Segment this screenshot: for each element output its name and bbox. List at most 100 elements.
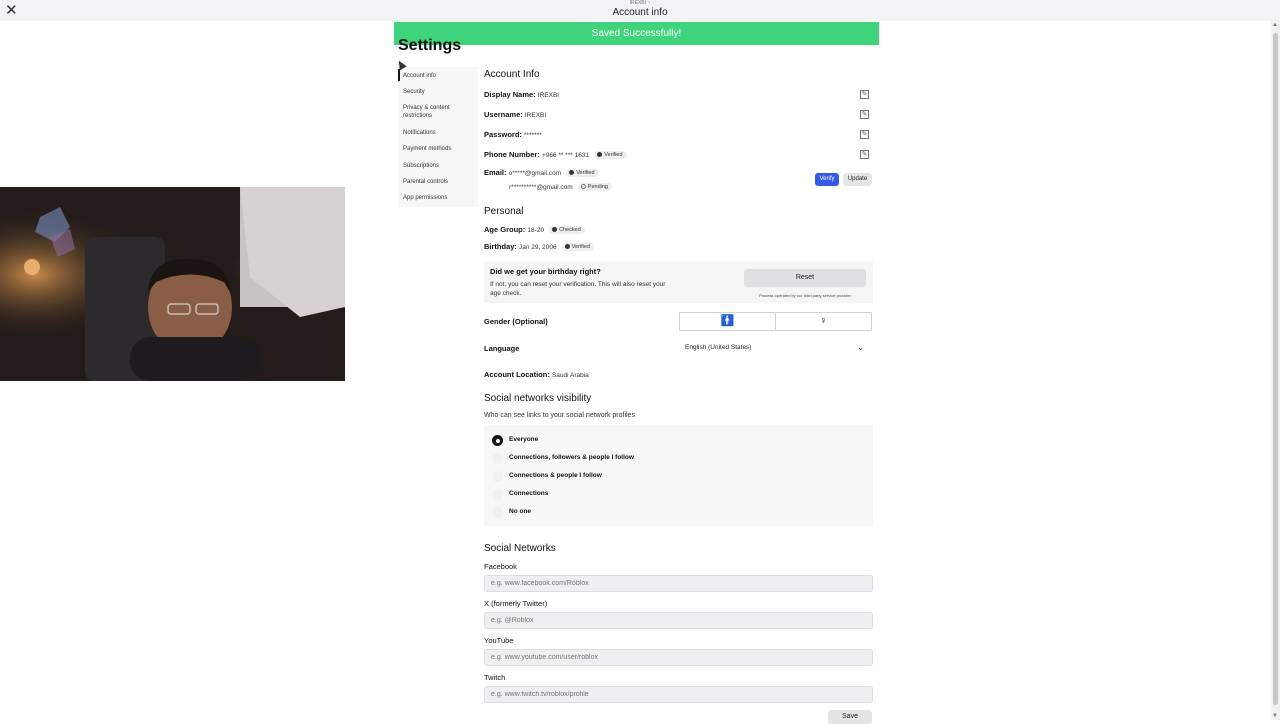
badge-text: Pending [587,184,608,190]
display-name-value: IREXBI [537,92,560,99]
sidebar-item-privacy[interactable]: Privacy & content restrictions [403,104,463,120]
birthday-question: Did we get your birthday right? [490,267,601,276]
edit-icon[interactable]: ✎ [860,90,869,99]
radio-label: Connections [509,490,549,497]
female-icon: ♀ [819,315,828,327]
save-button[interactable]: Save [828,710,872,724]
verify-button[interactable]: Verify [815,173,839,186]
radio-button[interactable] [492,507,503,518]
age-group-row: Age Group: 18-20 Checked [484,225,585,234]
language-select[interactable]: English (United States) ⌄ [679,340,872,356]
verified-badge: Verified [566,169,599,177]
sidebar-item-account-info[interactable]: Account info [403,72,436,80]
reset-button[interactable]: Reset [744,269,866,287]
verified-badge: Verified [594,151,627,159]
page-scrollbar[interactable]: ▲ ▼ [1271,21,1280,720]
password-label: Password: [484,130,522,139]
radio-label: No one [509,508,532,515]
active-indicator [398,69,400,81]
sidebar-item-notifications[interactable]: Notifications [403,129,436,137]
email-value-1: o*****@gmail.com [508,170,562,177]
twitch-input[interactable] [484,686,873,703]
social-visibility-heading: Social networks visibility [484,393,592,404]
edit-icon[interactable]: ✎ [860,110,869,119]
verified-badge: Verified [561,243,595,251]
radio-label: Connections, followers & people I follow [509,454,634,461]
sidebar-item-security[interactable]: Security [403,88,425,96]
account-location-row: Account Location: Saudi Arabia [484,370,589,379]
scroll-down-icon[interactable]: ▼ [1272,713,1278,719]
language-label: Language [484,344,520,353]
password-row: Password: ******* [484,130,542,139]
age-group-label: Age Group: [484,225,526,234]
checked-badge: Checked [549,226,585,234]
top-bar: ✕ IREXBI ~ Account info [0,0,1280,21]
settings-sidebar: Account info Security Privacy & content … [398,67,478,207]
password-value: ******* [524,132,542,139]
sidebar-item-app-permissions[interactable]: App permissions [403,194,447,202]
display-name-label: Display Name: [484,90,536,99]
phone-row: Phone Number: +966 ** *** 1631 Verified [484,150,627,159]
chevron-down-icon: ⌄ [857,343,864,352]
language-value: English (United States) [685,344,752,351]
badge-text: Verified [571,244,591,250]
youtube-label: YouTube [484,636,514,645]
gender-label: Gender (Optional) [484,317,548,326]
phone-value: +966 ** *** 1631 [541,152,590,159]
update-button[interactable]: Update [843,173,872,186]
scroll-up-icon[interactable]: ▲ [1272,22,1278,28]
reset-note: Process operated by our third party serv… [759,293,851,298]
radio-button-selected[interactable] [492,435,503,446]
radio-button[interactable] [492,471,503,482]
radio-label: Connections & people I follow [509,472,602,479]
account-location-label: Account Location: [484,370,550,379]
birthday-reset-panel: Did we get your birthday right? If not, … [484,261,873,303]
facebook-input[interactable] [484,575,873,592]
radio-button[interactable] [492,489,503,500]
account-info-heading: Account Info [484,69,540,80]
edit-icon[interactable]: ✎ [860,130,869,139]
twitter-input[interactable] [484,612,873,629]
birthday-row: Birthday: Jan 29, 2006 Verified [484,242,595,251]
check-icon [597,152,603,157]
gender-row: Gender (Optional) [484,317,548,326]
sidebar-item-payment-methods[interactable]: Payment methods [403,145,451,153]
pending-badge: Pending [577,183,612,191]
email-row: Email: o*****@gmail.com Verified [484,168,599,177]
badge-text: Verified [604,152,623,158]
phone-label: Phone Number: [484,150,540,159]
twitter-label: X (formerly Twitter) [484,599,548,608]
twitch-label: Twitch [484,673,506,682]
email-label: Email: [484,168,507,177]
email-row-2: r**********@gmail.com Pending [509,182,612,191]
gender-male-option[interactable]: 🚹 [679,312,776,331]
window-title: Account info [612,7,668,18]
badge-text: Checked [559,227,581,233]
radio-button[interactable] [492,453,503,464]
sidebar-item-subscriptions[interactable]: Subscriptions [403,162,439,170]
username-row: Username: IREXBI [484,110,546,119]
birthday-value: Jan 29, 2006 [519,244,557,251]
window-subtitle: IREXBI ~ [629,0,651,6]
gender-female-option[interactable]: ♀ [775,312,872,331]
account-location-value: Saudi Arabia [551,372,589,379]
birthday-description: If not, you can reset your verification.… [490,281,666,297]
personal-heading: Personal [484,206,524,217]
edit-icon[interactable]: ✎ [860,150,869,159]
webcam-overlay [0,187,345,381]
social-visibility-subtitle: Who can see links to your social network… [484,412,635,419]
scrollbar-thumb[interactable] [1273,33,1278,705]
badge-text: Verified [576,170,595,176]
success-toast: Saved Successfully! [394,22,879,45]
webcam-image [0,187,345,381]
youtube-input[interactable] [484,649,873,666]
clock-icon [580,184,586,189]
page-title: Settings [398,37,462,54]
birthday-label: Birthday: [484,242,517,251]
facebook-label: Facebook [484,562,517,571]
sidebar-item-parental-controls[interactable]: Parental controls [403,178,448,186]
age-group-value: 18-20 [527,227,544,234]
username-value: IREXBI [524,112,547,119]
check-icon [552,227,558,232]
email-value-2: r**********@gmail.com [509,184,573,191]
